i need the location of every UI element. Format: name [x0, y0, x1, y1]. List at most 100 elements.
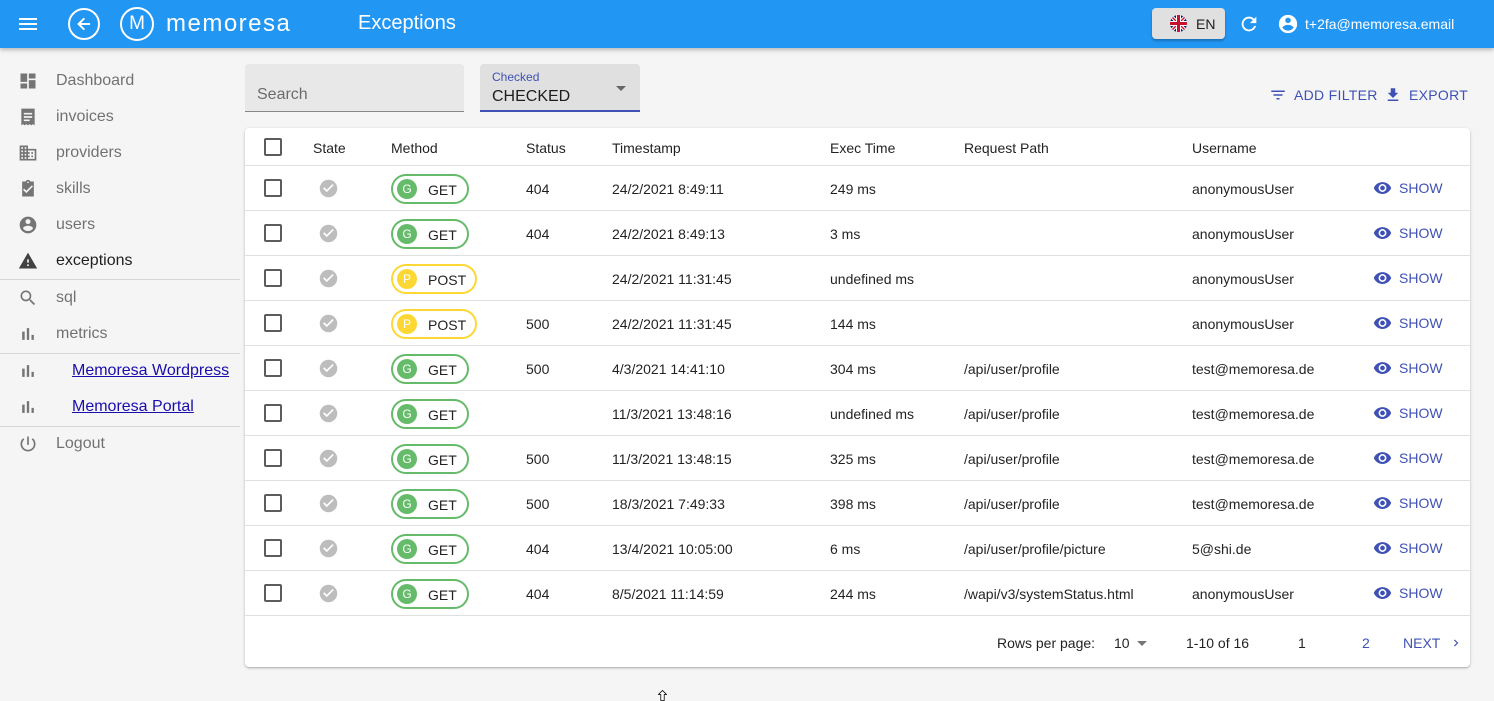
eye-icon: [1373, 585, 1392, 601]
bar-chart-icon: [18, 397, 38, 417]
sidebar-item-dashboard[interactable]: Dashboard: [0, 63, 240, 99]
row-checkbox[interactable]: [264, 449, 282, 467]
show-button[interactable]: SHOW: [1373, 314, 1443, 332]
table-row: G GET 500 11/3/2021 13:48:15 325 ms/api/user…: [245, 436, 1470, 481]
sidebar-item-users[interactable]: users: [0, 207, 240, 243]
show-button[interactable]: SHOW: [1373, 494, 1443, 512]
show-label: SHOW: [1399, 270, 1443, 286]
method-label: POST: [428, 317, 467, 333]
rows-per-page-value: 10: [1114, 635, 1130, 651]
back-arrow-icon[interactable]: [68, 8, 100, 40]
method-avatar: G: [397, 179, 417, 199]
status-cell: 500: [526, 496, 550, 512]
method-label: GET: [428, 362, 457, 378]
sidebar-item-label: Logout: [56, 435, 105, 452]
dropdown-arrow-icon: [616, 86, 626, 91]
row-checkbox[interactable]: [264, 539, 282, 557]
row-checkbox[interactable]: [264, 584, 282, 602]
refresh-icon[interactable]: [1238, 13, 1260, 35]
page-button-1[interactable]: 1: [1298, 635, 1306, 651]
chevron-right-icon: [1454, 639, 1459, 647]
sidebar-item-exceptions[interactable]: exceptions: [0, 243, 240, 279]
timestamp-cell: 24/2/2021 8:49:11: [612, 181, 724, 197]
show-button[interactable]: SHOW: [1373, 269, 1443, 287]
sidebar-item-label: exceptions: [56, 252, 133, 269]
search-input[interactable]: [245, 64, 464, 111]
row-checkbox[interactable]: [264, 224, 282, 242]
export-label: EXPORT: [1409, 87, 1469, 103]
sidebar-item-providers[interactable]: providers: [0, 135, 240, 171]
checked-select[interactable]: Checked CHECKED: [480, 64, 640, 112]
column-header-state[interactable]: State: [313, 140, 346, 156]
show-button[interactable]: SHOW: [1373, 179, 1443, 197]
show-label: SHOW: [1399, 495, 1443, 511]
search-field[interactable]: [245, 64, 464, 112]
sidebar-item-skills[interactable]: skills: [0, 171, 240, 207]
rows-per-page-label: Rows per page:: [997, 635, 1096, 651]
method-chip: G GET: [391, 579, 469, 609]
dashboard-icon: [18, 71, 38, 91]
search-icon: [18, 288, 38, 308]
checked-circle-icon: [318, 448, 339, 469]
username-cell: test@memoresa.de: [1192, 451, 1315, 467]
column-header-request-path[interactable]: Request Path: [964, 140, 1049, 156]
next-page-button[interactable]: NEXT: [1403, 635, 1459, 651]
method-avatar: G: [397, 584, 417, 604]
column-header-username[interactable]: Username: [1192, 140, 1257, 156]
show-button[interactable]: SHOW: [1373, 224, 1443, 242]
sidebar-link-label[interactable]: Memoresa Wordpress: [72, 362, 229, 380]
show-button[interactable]: SHOW: [1373, 584, 1443, 602]
row-checkbox[interactable]: [264, 404, 282, 422]
row-checkbox[interactable]: [264, 269, 282, 287]
column-header-timestamp[interactable]: Timestamp: [612, 140, 681, 156]
user-email[interactable]: t+2fa@memoresa.email: [1305, 16, 1454, 32]
account-circle-icon[interactable]: [1277, 13, 1299, 35]
logo-text: memoresa: [166, 10, 292, 37]
column-header-status[interactable]: Status: [526, 140, 566, 156]
show-button[interactable]: SHOW: [1373, 359, 1443, 377]
table-row: G GET 11/3/2021 13:48:16 undefined ms/api/u…: [245, 391, 1470, 436]
menu-icon[interactable]: [16, 12, 40, 36]
sidebar-item-memoresa-portal[interactable]: Memoresa Portal: [0, 389, 240, 425]
checked-select-value: CHECKED: [492, 88, 571, 105]
show-button[interactable]: SHOW: [1373, 539, 1443, 557]
method-label: GET: [428, 227, 457, 243]
method-avatar: G: [397, 539, 417, 559]
page-button-2[interactable]: 2: [1362, 635, 1370, 651]
sidebar-item-metrics[interactable]: metrics: [0, 316, 240, 352]
page-title: Exceptions: [358, 12, 456, 34]
exec-time-cell: 6 ms: [830, 541, 861, 557]
add-filter-button[interactable]: ADD FILTER: [1269, 84, 1379, 106]
show-button[interactable]: SHOW: [1373, 404, 1443, 422]
method-avatar: G: [397, 449, 417, 469]
show-label: SHOW: [1399, 405, 1443, 421]
row-checkbox[interactable]: [264, 359, 282, 377]
sidebar-link-label[interactable]: Memoresa Portal: [72, 398, 194, 416]
next-label: NEXT: [1403, 635, 1441, 651]
row-checkbox[interactable]: [264, 314, 282, 332]
sidebar-item-invoices[interactable]: invoices: [0, 99, 240, 135]
exec-time-cell: 244 ms: [830, 586, 876, 602]
show-label: SHOW: [1399, 315, 1443, 331]
language-button[interactable]: EN: [1152, 8, 1225, 39]
row-checkbox[interactable]: [264, 179, 282, 197]
checked-select-label: Checked: [492, 70, 540, 84]
method-chip: G GET: [391, 354, 469, 384]
select-all-checkbox[interactable]: [264, 138, 282, 156]
rows-per-page-select[interactable]: 10: [1114, 635, 1154, 655]
column-header-exec-time[interactable]: Exec Time: [830, 140, 895, 156]
timestamp-cell: 24/2/2021 8:49:13: [612, 226, 725, 242]
column-header-method[interactable]: Method: [391, 140, 438, 156]
username-cell: test@memoresa.de: [1192, 361, 1315, 377]
sidebar-item-logout[interactable]: Logout: [0, 426, 240, 462]
sidebar-item-sql[interactable]: sql: [0, 280, 240, 316]
exec-time-cell: 325 ms: [830, 451, 876, 467]
row-checkbox[interactable]: [264, 494, 282, 512]
eye-icon: [1373, 180, 1392, 196]
show-button[interactable]: SHOW: [1373, 449, 1443, 467]
exec-time-cell: 144 ms: [830, 316, 876, 332]
export-button[interactable]: EXPORT: [1384, 84, 1469, 106]
status-cell: 500: [526, 316, 550, 332]
sidebar-item-memoresa-wordpress[interactable]: Memoresa Wordpress: [0, 353, 240, 389]
request-path-cell: /api/user/profile: [964, 406, 1060, 422]
